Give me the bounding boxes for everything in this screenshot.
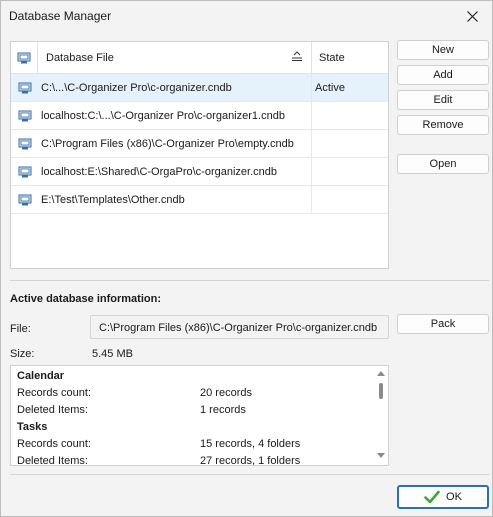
- info-label: Records count:: [17, 387, 91, 399]
- close-icon: [466, 11, 478, 22]
- size-value: 5.45 MB: [92, 348, 133, 360]
- ok-label: OK: [446, 491, 462, 503]
- info-value: 15 records, 4 folders: [200, 438, 301, 450]
- row-file-cell: E:\Test\Templates\Other.cndb: [38, 186, 312, 214]
- table-row[interactable]: E:\Test\Templates\Other.cndb: [11, 186, 388, 214]
- divider: [10, 280, 489, 281]
- row-file-path: localhost:E:\Shared\C-OrgaPro\c-organize…: [41, 166, 278, 178]
- section-heading-calendar: Calendar: [17, 370, 65, 382]
- scroll-down-icon[interactable]: [377, 453, 385, 459]
- title-bar: Database Manager: [1, 1, 492, 32]
- table-header: Database File State: [11, 42, 388, 74]
- pack-button[interactable]: Pack: [397, 314, 489, 334]
- checkmark-icon: [424, 490, 440, 504]
- database-icon: [17, 52, 31, 64]
- database-list[interactable]: Database File State C:\...\C-Organizer P…: [10, 41, 389, 269]
- database-info-panel[interactable]: Calendar Records count: 20 records Delet…: [10, 365, 389, 466]
- info-value: 20 records: [200, 387, 252, 399]
- database-icon: [18, 194, 31, 206]
- new-button[interactable]: New: [397, 40, 489, 60]
- file-label: File:: [10, 323, 31, 335]
- database-icon: [18, 138, 31, 150]
- table-row[interactable]: localhost:C:\...\C-Organizer Pro\c-organ…: [11, 102, 388, 130]
- info-value: 27 records, 1 folders: [200, 455, 301, 466]
- add-button[interactable]: Add: [397, 65, 489, 85]
- row-file-path: E:\Test\Templates\Other.cndb: [41, 194, 185, 206]
- row-state-cell: [312, 130, 388, 158]
- close-button[interactable]: [452, 1, 492, 32]
- database-manager-window: Database Manager Database File State C:\…: [0, 0, 493, 517]
- table-row[interactable]: C:\...\C-Organizer Pro\c-organizer.cndb …: [11, 74, 388, 102]
- row-state-cell: Active: [312, 74, 388, 102]
- section-heading-tasks: Tasks: [17, 421, 48, 433]
- remove-button[interactable]: Remove: [397, 115, 489, 135]
- row-file-path: C:\...\C-Organizer Pro\c-organizer.cndb: [41, 82, 232, 94]
- row-icon-cell: [11, 158, 38, 186]
- info-label: Deleted Items:: [17, 455, 88, 466]
- database-icon: [18, 110, 31, 122]
- row-icon-cell: [11, 186, 38, 214]
- info-value: 1 records: [200, 404, 246, 416]
- scrollbar-thumb[interactable]: [379, 383, 383, 399]
- file-path-field[interactable]: C:\Program Files (x86)\C-Organizer Pro\c…: [90, 315, 389, 339]
- database-icon: [18, 82, 31, 94]
- table-row[interactable]: localhost:E:\Shared\C-OrgaPro\c-organize…: [11, 158, 388, 186]
- row-icon-cell: [11, 130, 38, 158]
- open-button[interactable]: Open: [397, 154, 489, 174]
- database-icon: [18, 166, 31, 178]
- column-header-file[interactable]: Database File: [38, 42, 312, 74]
- table-row[interactable]: C:\Program Files (x86)\C-Organizer Pro\e…: [11, 130, 388, 158]
- row-file-path: C:\Program Files (x86)\C-Organizer Pro\e…: [41, 138, 294, 150]
- column-header-state[interactable]: State: [312, 42, 388, 74]
- file-path-value: C:\Program Files (x86)\C-Organizer Pro\c…: [99, 322, 378, 334]
- vertical-scrollbar[interactable]: [374, 366, 388, 465]
- divider: [10, 474, 489, 475]
- row-state-cell: [312, 158, 388, 186]
- size-label: Size:: [10, 348, 35, 360]
- ok-button[interactable]: OK: [397, 485, 489, 509]
- edit-button[interactable]: Edit: [397, 90, 489, 110]
- row-icon-cell: [11, 102, 38, 130]
- row-icon-cell: [11, 74, 38, 102]
- row-state-cell: [312, 186, 388, 214]
- row-file-cell: C:\...\C-Organizer Pro\c-organizer.cndb: [38, 74, 312, 102]
- active-db-info-title: Active database information:: [10, 293, 161, 305]
- row-file-cell: localhost:E:\Shared\C-OrgaPro\c-organize…: [38, 158, 312, 186]
- row-file-cell: localhost:C:\...\C-Organizer Pro\c-organ…: [38, 102, 312, 130]
- row-state: Active: [315, 82, 345, 94]
- row-file-cell: C:\Program Files (x86)\C-Organizer Pro\e…: [38, 130, 312, 158]
- column-header-state-label: State: [319, 52, 345, 64]
- info-label: Deleted Items:: [17, 404, 88, 416]
- info-label: Records count:: [17, 438, 91, 450]
- row-file-path: localhost:C:\...\C-Organizer Pro\c-organ…: [41, 110, 285, 122]
- column-header-icon[interactable]: [11, 42, 38, 74]
- row-state-cell: [312, 102, 388, 130]
- sort-ascending-icon: [292, 51, 302, 61]
- scroll-up-icon[interactable]: [377, 370, 385, 376]
- column-header-file-label: Database File: [46, 52, 114, 64]
- window-title: Database Manager: [9, 9, 112, 23]
